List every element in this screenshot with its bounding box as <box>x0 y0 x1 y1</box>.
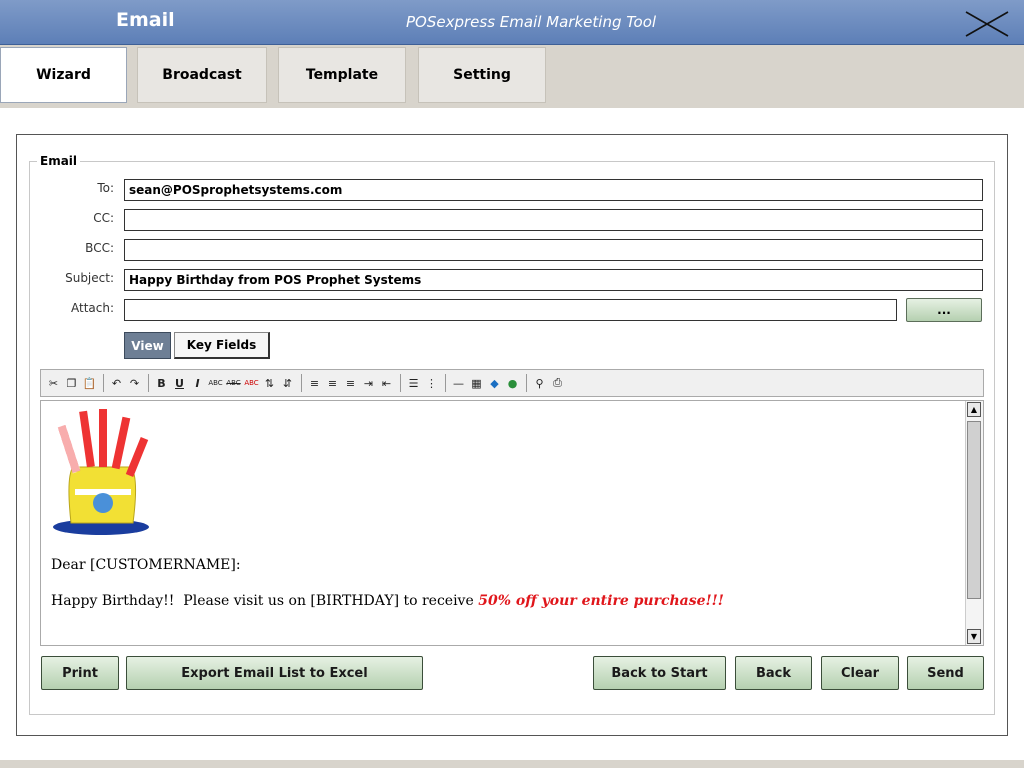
align-center-icon[interactable]: ≡ <box>324 375 341 391</box>
back-to-start-button[interactable]: Back to Start <box>593 656 726 690</box>
birthday-cake-hat-icon <box>53 409 149 535</box>
greeting-text: Dear [CUSTOMERNAME]: <box>51 557 241 573</box>
scroll-up-icon[interactable]: ▲ <box>967 402 981 417</box>
tab-wizard[interactable]: Wizard <box>0 47 127 103</box>
close-button[interactable] <box>962 8 1012 40</box>
tab-setting[interactable]: Setting <box>418 47 546 103</box>
image-icon[interactable]: ◆ <box>486 375 503 391</box>
bulleted-list-icon[interactable]: ☰ <box>405 375 422 391</box>
strikethrough-icon[interactable]: ABC <box>225 375 242 391</box>
editor-scrollbar[interactable]: ▲ ▼ <box>965 401 983 645</box>
message-editor[interactable]: Dear [CUSTOMERNAME]: Happy Birthday!! Pl… <box>40 400 984 646</box>
link-icon[interactable]: ● <box>504 375 521 391</box>
outdent-icon[interactable]: ⇤ <box>378 375 395 391</box>
attach-field[interactable] <box>124 299 897 321</box>
body-prefix: Happy Birthday!! Please visit us on [BIR… <box>51 593 479 609</box>
attach-label: Attach: <box>70 301 114 315</box>
toolbar-separator <box>148 374 149 392</box>
toolbar-separator <box>445 374 446 392</box>
numbered-list-icon[interactable]: ⋮ <box>423 375 440 391</box>
toolbar-separator <box>103 374 104 392</box>
toolbar-separator <box>301 374 302 392</box>
align-right-icon[interactable]: ≡ <box>342 375 359 391</box>
scroll-down-icon[interactable]: ▼ <box>967 629 981 644</box>
bcc-field[interactable] <box>124 239 983 261</box>
table-icon[interactable]: ▦ <box>468 375 485 391</box>
toolbar-separator <box>400 374 401 392</box>
back-button[interactable]: Back <box>735 656 812 690</box>
browse-attachment-button[interactable]: ... <box>906 298 982 322</box>
export-email-list-button[interactable]: Export Email List to Excel <box>126 656 423 690</box>
toolbar-separator <box>526 374 527 392</box>
sort-descending-icon[interactable]: ⇵ <box>279 375 296 391</box>
find-icon[interactable]: ⚲ <box>531 375 548 391</box>
app-title: Email <box>116 9 175 31</box>
scroll-thumb[interactable] <box>967 421 981 599</box>
send-button[interactable]: Send <box>907 656 984 690</box>
underline-icon[interactable]: U <box>171 375 188 391</box>
wizard-frame: Email To: sean@POSprophetsystems.com CC:… <box>16 134 1008 736</box>
redo-icon[interactable]: ↷ <box>126 375 143 391</box>
undo-icon[interactable]: ↶ <box>108 375 125 391</box>
message-body: Dear [CUSTOMERNAME]: Happy Birthday!! Pl… <box>51 407 951 609</box>
horizontal-rule-icon[interactable]: — <box>450 375 467 391</box>
tab-bar: Wizard Broadcast Template Setting <box>0 45 1024 107</box>
app-subtitle: POSexpress Email Marketing Tool <box>406 13 657 31</box>
bcc-label: BCC: <box>85 241 114 255</box>
promo-highlight: 50% off your entire purchase!!! <box>478 593 724 609</box>
cc-label: CC: <box>93 211 114 225</box>
align-left-icon[interactable]: ≡ <box>306 375 323 391</box>
sort-ascending-icon[interactable]: ⇅ <box>261 375 278 391</box>
clear-button[interactable]: Clear <box>821 656 899 690</box>
copy-icon[interactable]: ❐ <box>63 375 80 391</box>
indent-icon[interactable]: ⇥ <box>360 375 377 391</box>
italic-icon[interactable]: I <box>189 375 206 391</box>
tab-broadcast[interactable]: Broadcast <box>137 47 267 103</box>
text-color-icon[interactable]: ABC <box>243 375 260 391</box>
editor-toolbar: ✂ ❐ 📋 ↶ ↷ B U I ABC ABC ABC ⇅ ⇵ ≡ ≡ ≡ ⇥ <box>40 369 984 397</box>
email-group-title: Email <box>37 154 81 168</box>
key-fields-button[interactable]: Key Fields <box>174 332 270 359</box>
email-group: Email To: sean@POSprophetsystems.com CC:… <box>29 154 995 715</box>
print-icon[interactable]: ⎙ <box>549 375 566 391</box>
to-label: To: <box>97 181 114 195</box>
close-x-icon <box>965 11 1009 37</box>
to-field[interactable]: sean@POSprophetsystems.com <box>124 179 983 201</box>
tab-template[interactable]: Template <box>278 47 406 103</box>
body-text: Happy Birthday!! Please visit us on [BIR… <box>51 593 951 609</box>
bold-icon[interactable]: B <box>153 375 170 391</box>
subject-label: Subject: <box>65 271 114 285</box>
title-bar: Email POSexpress Email Marketing Tool <box>0 0 1024 45</box>
cut-icon[interactable]: ✂ <box>45 375 62 391</box>
view-button[interactable]: View <box>124 332 171 359</box>
print-button[interactable]: Print <box>41 656 119 690</box>
small-caps-icon[interactable]: ABC <box>207 375 224 391</box>
subject-field[interactable]: Happy Birthday from POS Prophet Systems <box>124 269 983 291</box>
paste-icon[interactable]: 📋 <box>81 375 98 391</box>
main-content: Email To: sean@POSprophetsystems.com CC:… <box>0 108 1024 760</box>
cc-field[interactable] <box>124 209 983 231</box>
